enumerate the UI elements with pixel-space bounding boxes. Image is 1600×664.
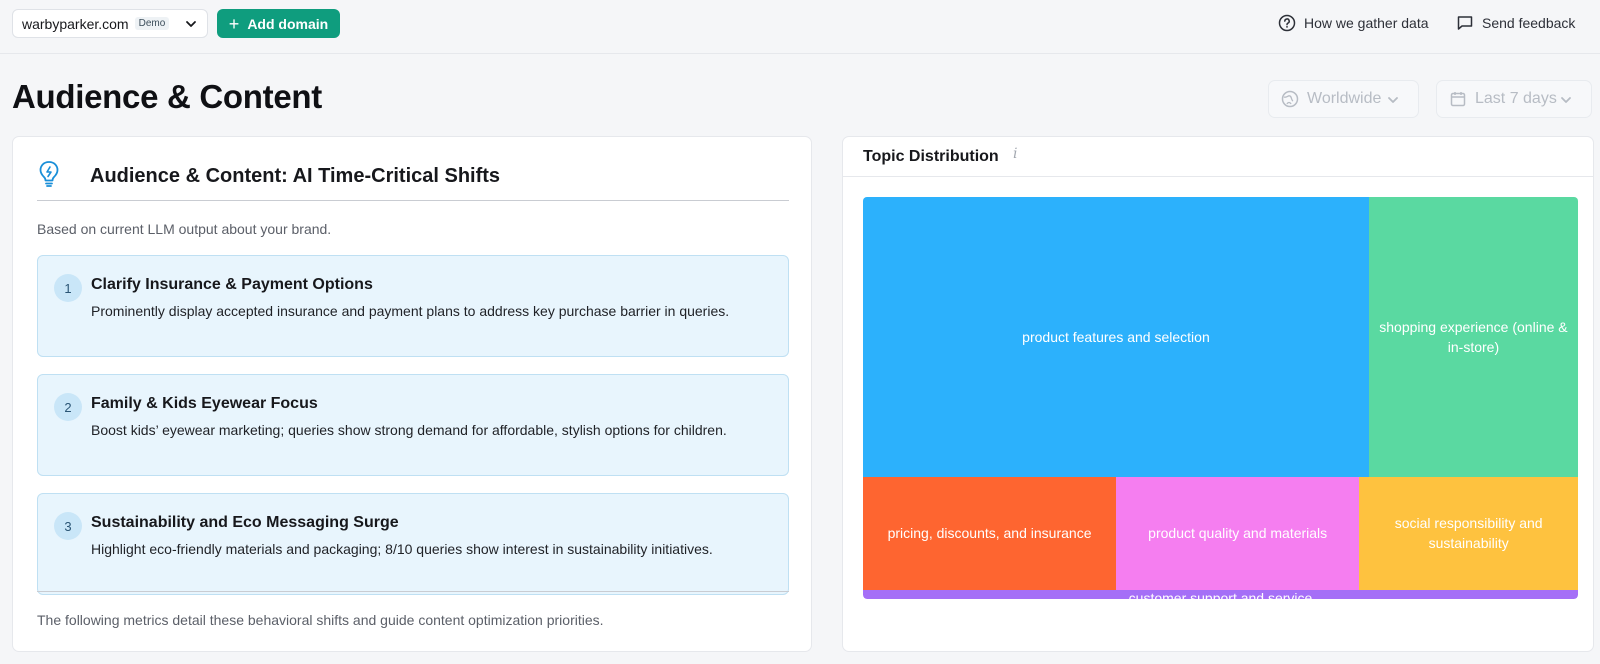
- shift-item-number: 1: [54, 274, 82, 302]
- info-icon[interactable]: i: [1013, 146, 1017, 162]
- domain-select[interactable]: warbyparker.com Demo: [12, 9, 208, 38]
- demo-badge: Demo: [134, 17, 170, 30]
- add-domain-button[interactable]: + Add domain: [217, 9, 340, 38]
- shift-item-title: Sustainability and Eco Messaging Surge: [91, 514, 399, 531]
- treemap-tile[interactable]: customer support and service: [863, 589, 1578, 599]
- topic-distribution-title: Topic Distribution: [863, 148, 999, 165]
- shift-item-title: Family & Kids Eyewear Focus: [91, 395, 318, 412]
- globe-icon: [1281, 90, 1299, 108]
- topic-treemap: product features and selection shopping e…: [863, 197, 1578, 599]
- treemap-tile[interactable]: product features and selection: [863, 197, 1369, 478]
- shift-item: 1 Clarify Insurance & Payment Options Pr…: [37, 255, 789, 357]
- calendar-icon: [1450, 92, 1466, 107]
- add-domain-label: Add domain: [247, 15, 329, 32]
- ai-shifts-subtitle: Based on current LLM output about your b…: [37, 221, 332, 237]
- treemap-tile[interactable]: pricing, discounts, and insurance: [863, 477, 1117, 590]
- ai-shifts-header: Audience & Content: AI Time-Critical Shi…: [37, 155, 789, 201]
- chevron-down-icon: [186, 21, 196, 27]
- how-we-gather-data-label: How we gather data: [1304, 15, 1429, 31]
- domain-name: warbyparker.com: [22, 15, 129, 32]
- help-circle-icon: [1278, 14, 1296, 32]
- shift-item-number: 3: [54, 512, 82, 540]
- top-bar: warbyparker.com Demo + Add domain How we…: [0, 0, 1600, 54]
- plus-icon: +: [228, 13, 240, 34]
- ai-shifts-footer: The following metrics detail these behav…: [37, 612, 604, 628]
- treemap-tile[interactable]: social responsibility and sustainability: [1359, 477, 1578, 590]
- divider: [37, 591, 789, 592]
- page-title: Audience & Content: [12, 78, 322, 115]
- shift-item-description: Boost kids’ eyewear marketing; queries s…: [91, 422, 727, 438]
- lightbulb-icon: [39, 161, 59, 187]
- date-range-filter-label: Last 7 days: [1475, 90, 1557, 107]
- region-filter-label: Worldwide: [1307, 90, 1382, 107]
- message-square-icon: [1457, 16, 1473, 30]
- ai-shifts-card: Audience & Content: AI Time-Critical Shi…: [12, 136, 812, 652]
- chevron-down-icon: [1561, 97, 1571, 103]
- shift-item-description: Prominently display accepted insurance a…: [91, 303, 730, 319]
- region-filter[interactable]: Worldwide: [1268, 80, 1419, 118]
- ai-shifts-title: Audience & Content: AI Time-Critical Shi…: [90, 165, 501, 187]
- shift-item-number: 2: [54, 393, 82, 421]
- topic-distribution-card: Topic Distribution i product features an…: [842, 136, 1594, 652]
- shift-item-description: Highlight eco-friendly materials and pac…: [91, 541, 713, 557]
- treemap-tile[interactable]: shopping experience (online & in-store): [1368, 197, 1578, 478]
- send-feedback-link[interactable]: Send feedback: [1456, 13, 1575, 33]
- treemap-tile[interactable]: product quality and materials: [1116, 477, 1360, 590]
- shift-item: 2 Family & Kids Eyewear Focus Boost kids…: [37, 374, 789, 476]
- topic-distribution-header: Topic Distribution i: [843, 137, 1593, 177]
- shift-item-title: Clarify Insurance & Payment Options: [91, 276, 373, 293]
- send-feedback-label: Send feedback: [1482, 15, 1576, 31]
- how-we-gather-data-link[interactable]: How we gather data: [1278, 13, 1429, 33]
- chevron-down-icon: [1388, 97, 1398, 103]
- date-range-filter[interactable]: Last 7 days: [1436, 80, 1592, 118]
- shift-item: 3 Sustainability and Eco Messaging Surge…: [37, 493, 789, 595]
